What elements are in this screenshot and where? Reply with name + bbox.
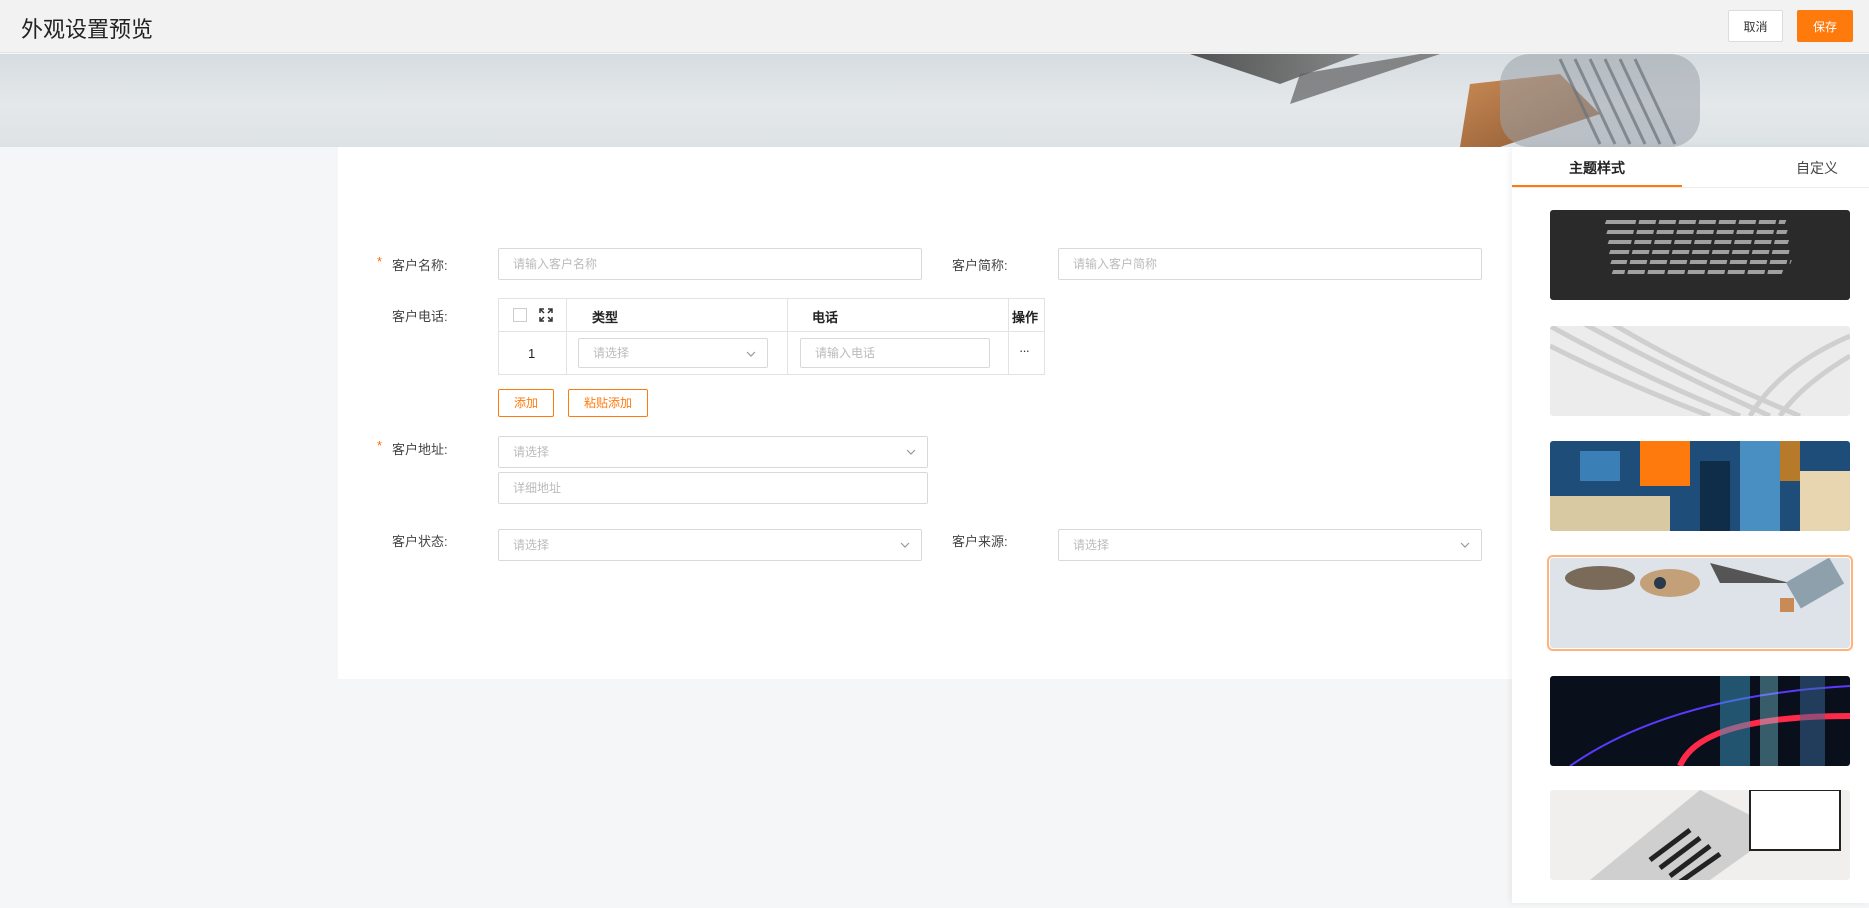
required-mark: * (377, 254, 383, 269)
phone-number-input[interactable]: 请输入电话 (800, 338, 990, 368)
customer-status-select[interactable]: 请选择 (498, 529, 922, 561)
customer-name-label: 客户名称: (392, 258, 448, 273)
select-all-checkbox[interactable] (513, 308, 527, 322)
customer-short-input[interactable]: 请输入客户简称 (1058, 248, 1482, 280)
banner-image (0, 54, 1869, 147)
page-title: 外观设置预览 (21, 17, 154, 42)
col-phone-header: 电话 (812, 310, 839, 325)
cancel-button[interactable]: 取消 (1728, 10, 1783, 42)
paste-add-button[interactable]: 粘贴添加 (568, 389, 648, 417)
chevron-down-icon (746, 351, 756, 357)
chevron-down-icon (906, 449, 916, 455)
top-bar: 外观设置预览 取消 保存 (0, 0, 1869, 53)
customer-phone-label: 客户电话: (392, 309, 448, 324)
tab-custom[interactable]: 自定义 (1762, 147, 1869, 187)
col-actions-header: 操作 (1012, 310, 1039, 325)
chevron-down-icon (900, 542, 910, 548)
address-detail-input[interactable]: 详细地址 (498, 472, 928, 504)
required-mark: * (377, 438, 383, 453)
theme-thumb-laptop-desk[interactable] (1550, 790, 1850, 880)
address-region-select[interactable]: 请选择 (498, 436, 928, 468)
theme-thumb-craft-tools[interactable] (1547, 555, 1853, 651)
customer-source-placeholder: 请选择 (1073, 538, 1110, 552)
customer-status-label: 客户状态: (392, 534, 448, 549)
more-actions-icon[interactable]: ··· (1019, 343, 1030, 358)
add-phone-button[interactable]: 添加 (498, 389, 554, 417)
theme-thumb-white-curves[interactable] (1550, 326, 1850, 416)
tab-theme-style[interactable]: 主题样式 (1512, 147, 1682, 187)
customer-status-placeholder: 请选择 (513, 538, 550, 552)
theme-thumb-neon-light[interactable] (1550, 676, 1850, 766)
row-index: 1 (528, 346, 536, 361)
address-region-placeholder: 请选择 (513, 445, 550, 459)
phone-type-placeholder: 请选择 (593, 346, 630, 360)
expand-icon[interactable] (538, 307, 554, 323)
theme-thumb-abstract-paint[interactable] (1550, 441, 1850, 531)
col-type-header: 类型 (592, 310, 619, 325)
theme-thumb-keyboard[interactable] (1550, 210, 1850, 300)
customer-address-label: 客户地址: (392, 442, 448, 457)
phone-table: 类型 电话 操作 1 请选择 请输入电话 ··· (498, 298, 1045, 375)
save-button[interactable]: 保存 (1797, 10, 1853, 42)
theme-panel: 主题样式 自定义 (1512, 147, 1869, 903)
phone-type-select[interactable]: 请选择 (578, 338, 768, 368)
customer-source-label: 客户来源: (952, 534, 1008, 549)
customer-name-input[interactable]: 请输入客户名称 (498, 248, 922, 280)
customer-short-label: 客户简称: (952, 258, 1008, 273)
chevron-down-icon (1460, 542, 1470, 548)
customer-form: * 客户名称: 请输入客户名称 客户简称: 请输入客户简称 客户电话: 类型 电… (338, 147, 1513, 679)
customer-source-select[interactable]: 请选择 (1058, 529, 1482, 561)
